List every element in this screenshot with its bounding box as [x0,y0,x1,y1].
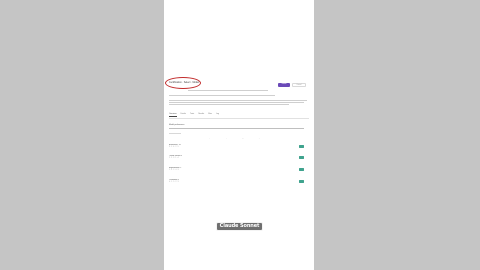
table-cell: 1.3k [208,179,212,180]
table-cell: 22 [241,144,243,145]
tab-divider [169,118,309,119]
table-cell: Yes [292,179,296,180]
row-sub: 2 · 2 · 3 · 1 · 4 [169,158,179,159]
table-row[interactable]: Baseline A · v1 3 · 1 · 4 · 2 · 5 1.2k 0… [169,144,309,154]
table-cell: 81 [270,167,272,168]
tab-results[interactable]: Results [198,113,204,117]
tab-files[interactable]: Files [208,113,212,117]
row-sub: 4 · 1 · 5 · 2 · 3 [169,182,179,183]
column-header: Latency [254,138,260,139]
description-line [169,100,307,101]
row-sub: 1 · 3 · 2 · 4 · 3 [169,170,179,171]
table-cell: 20 [241,167,243,168]
section-title: Model performance [169,124,185,126]
table-cell: Yes [292,144,296,145]
table-cell: Yes [292,155,296,156]
table-cell: 2 [283,155,285,156]
column-header: Output [223,138,229,139]
row-sub: 3 · 1 · 4 · 2 · 5 [169,147,179,148]
row-name: Baseline A · v1 [169,144,181,146]
column-header: Input [208,138,212,139]
table-cell: 23 [241,179,243,180]
tab-bar: Overview Details Tests Results Files Log [169,113,219,117]
table-cell: 3 [283,144,285,145]
table-cell: 40 [256,179,258,180]
column-header: Rank [282,138,286,139]
submit-button[interactable]: Submit [278,83,290,87]
table-header: Input Output Throughput Latency Score Ra… [169,138,309,142]
table-cell: 84 [270,144,272,145]
status-badge [299,180,304,183]
section-divider [169,128,304,129]
meta-line [169,95,275,96]
table-row[interactable]: Experimental C 1 · 3 · 2 · 4 · 3 1.1k 0.… [169,167,309,177]
tab-details[interactable]: Details [181,113,187,117]
watermark-badge: Claude Sonnet [216,222,263,231]
table-cell: 25 [241,155,243,156]
meta-line [188,90,268,91]
table-cell: 87 [270,155,272,156]
row-name: Experimental C [169,167,182,169]
cancel-button[interactable]: Cancel [292,83,306,87]
column-header: Throughput [238,138,246,139]
row-name: Candidate D [169,179,179,181]
table-cell: 1 [283,179,285,180]
table-cell: Yes [292,167,296,168]
column-header: Score [269,138,273,139]
table-cell: 0.8k [224,179,228,180]
table-cell: 1.4k [208,155,212,156]
table-cell: 44 [256,167,258,168]
column-header: Status [299,138,305,139]
tab-log[interactable]: Log [216,113,219,117]
right-letterbox [314,0,480,270]
row-name: Tuned Variant B [169,155,182,157]
table-cell: 85 [270,179,272,180]
table-cell: 0.8k [224,144,228,145]
tab-overview[interactable]: Overview [169,113,177,117]
left-letterbox [0,0,164,270]
status-badge [299,156,304,159]
description-line [169,102,304,103]
description-line [169,104,289,105]
filter-chip[interactable] [169,133,181,134]
table-cell: 1.1k [208,167,212,168]
table-cell: 0.9k [224,155,228,156]
table-row[interactable]: Tuned Variant B 2 · 2 · 3 · 1 · 4 1.4k 0… [169,155,309,165]
table-cell: 38 [256,155,258,156]
table-cell: 1.2k [208,144,212,145]
status-badge [299,168,304,171]
status-badge [299,145,304,148]
table-row[interactable]: Candidate D 4 · 1 · 5 · 2 · 3 1.3k 0.8k … [169,179,309,189]
tab-tests[interactable]: Tests [190,113,194,117]
table-cell: 0.7k [224,167,228,168]
table-cell: 41 [256,144,258,145]
page-title: Certification · Select · Model [169,81,200,84]
table-cell: 4 [283,167,285,168]
